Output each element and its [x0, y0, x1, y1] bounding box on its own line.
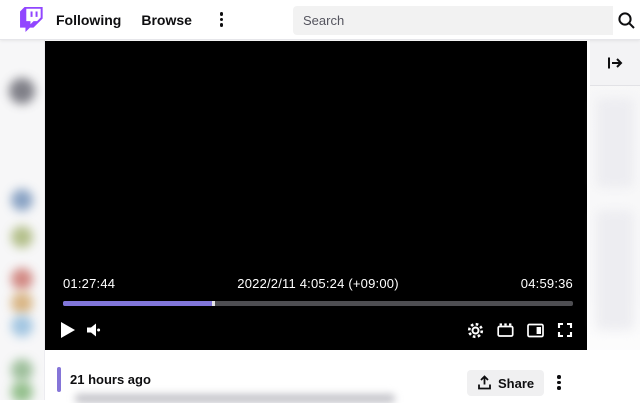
player-controls-right	[467, 322, 573, 339]
nav-link-browse[interactable]: Browse	[141, 12, 192, 28]
blurred-chat-content	[596, 98, 634, 188]
seek-bar-playhead[interactable]	[212, 301, 215, 306]
nav-link-following[interactable]: Following	[56, 12, 121, 28]
settings-button[interactable]	[467, 322, 484, 339]
play-icon	[61, 322, 75, 338]
player-controls	[61, 320, 573, 340]
search-input[interactable]	[293, 6, 613, 35]
expand-chat-button[interactable]	[590, 40, 640, 86]
expand-panel-icon	[606, 55, 624, 71]
fullscreen-icon	[557, 322, 573, 338]
top-navbar: Following Browse	[0, 0, 640, 40]
fullscreen-button[interactable]	[557, 322, 573, 338]
clip-button[interactable]	[497, 322, 514, 338]
blurred-channel-avatar	[11, 359, 33, 381]
play-button[interactable]	[61, 322, 75, 338]
blurred-channel-avatar	[11, 381, 33, 400]
volume-icon	[86, 322, 102, 338]
blurred-channel-avatar	[11, 189, 33, 211]
elapsed-time: 01:27:44	[63, 276, 115, 291]
total-duration: 04:59:36	[521, 276, 573, 291]
stream-datetime: 2022/2/11 4:05:24 (+09:00)	[237, 276, 398, 291]
blurred-channel-avatar	[11, 292, 33, 314]
timestamp-accent-bar	[57, 367, 61, 392]
blurred-channel-avatar	[11, 315, 33, 337]
video-posted-ago: 21 hours ago	[70, 372, 151, 387]
search-bar	[293, 6, 640, 35]
blurred-channel-avatar	[11, 226, 33, 248]
video-options-menu-icon[interactable]	[551, 371, 567, 394]
video-player[interactable]: 01:27:44 2022/2/11 4:05:24 (+09:00) 04:5…	[45, 41, 587, 350]
seek-bar[interactable]	[63, 301, 573, 306]
blurred-channel-avatar	[9, 78, 35, 104]
share-button[interactable]: Share	[467, 370, 544, 396]
collapsed-channel-sidebar[interactable]	[0, 40, 45, 400]
search-icon	[617, 11, 636, 30]
search-button[interactable]	[613, 6, 640, 35]
twitch-logo-icon[interactable]	[20, 7, 43, 32]
video-info-section: 21 hours ago Share	[45, 350, 640, 400]
blurred-video-title	[75, 394, 395, 403]
seek-bar-progress	[63, 301, 212, 306]
theatre-mode-button[interactable]	[527, 323, 544, 338]
clapperboard-icon	[497, 322, 514, 338]
navbar-more-menu-icon[interactable]	[214, 8, 230, 31]
collapsed-chat-panel	[590, 40, 640, 400]
volume-button[interactable]	[86, 322, 102, 338]
player-time-row: 01:27:44 2022/2/11 4:05:24 (+09:00) 04:5…	[63, 276, 573, 292]
share-upload-icon	[477, 375, 492, 391]
gear-icon	[467, 322, 484, 339]
theatre-mode-icon	[527, 323, 544, 338]
share-button-label: Share	[498, 376, 534, 391]
blurred-channel-avatar	[11, 268, 33, 290]
blurred-chat-content	[596, 210, 634, 330]
